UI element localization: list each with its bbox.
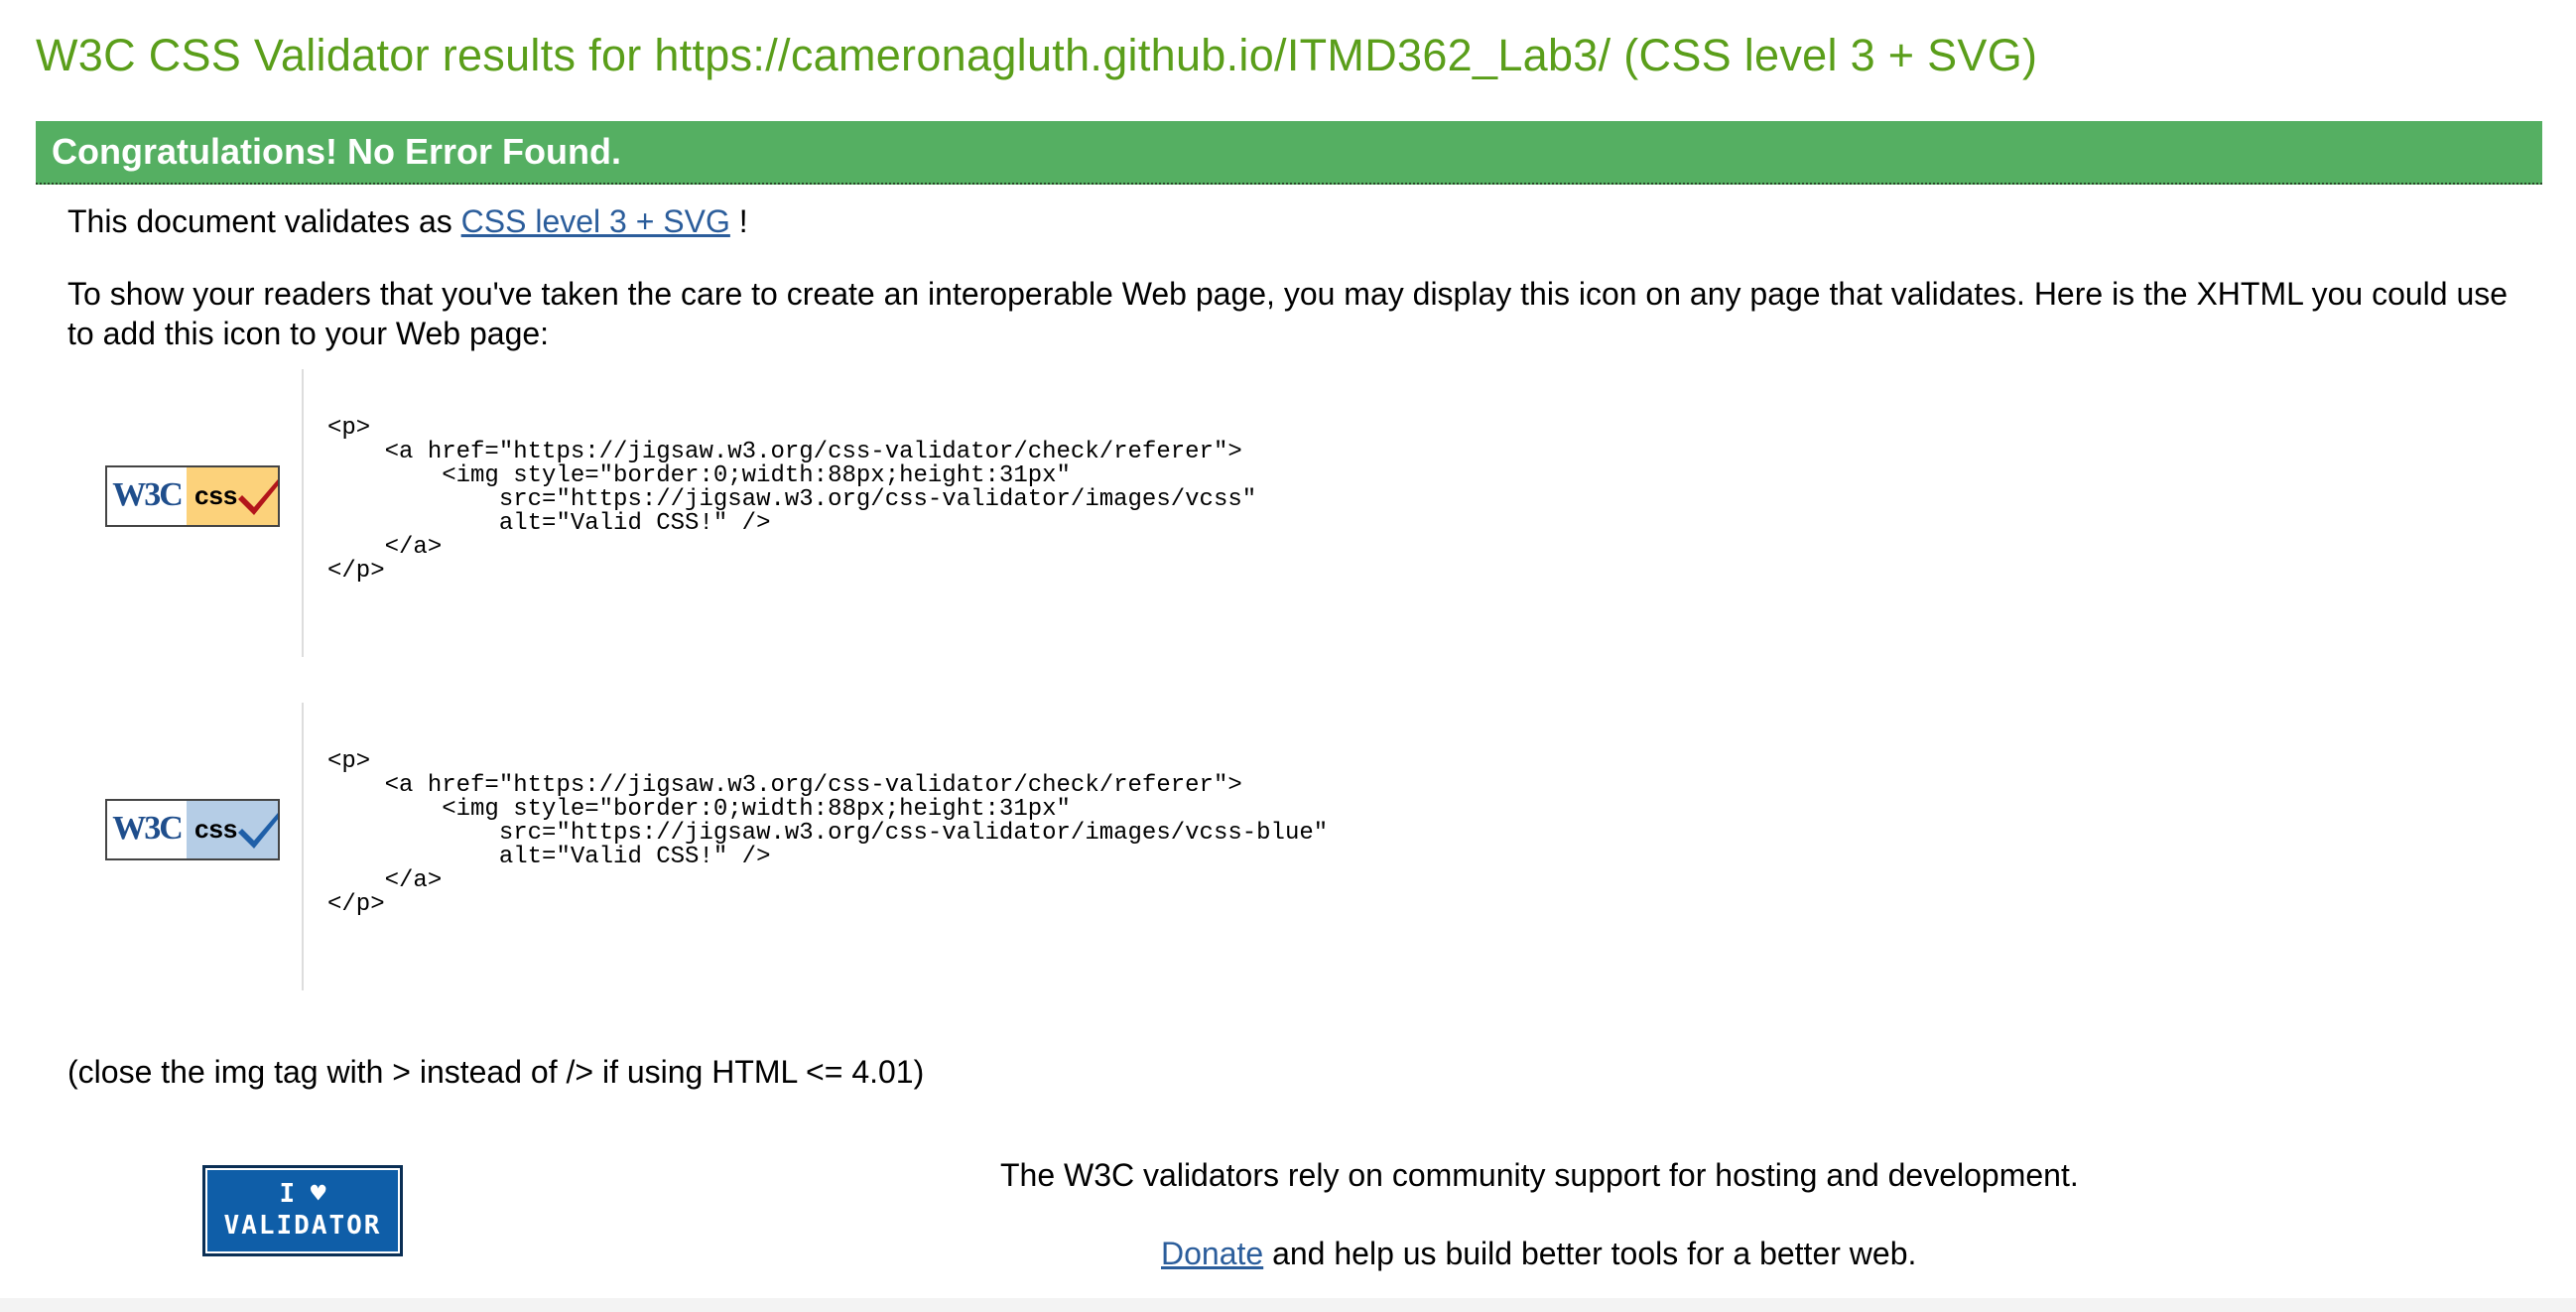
validator-results-page: W3C CSS Validator results for https://ca…	[0, 0, 2576, 1312]
code-snippet-blue: <p> <a href="https://jigsaw.w3.org/css-v…	[302, 703, 1328, 990]
readers-paragraph: To show your readers that you've taken t…	[67, 276, 2509, 351]
donate-suffix: and help us build better tools for a bet…	[1263, 1236, 1917, 1271]
code-text: <p> <a href="https://jigsaw.w3.org/css-v…	[327, 748, 1329, 918]
w3c-css-gold-badge-icon[interactable]: W3C css	[105, 465, 280, 527]
validates-sentence: This document validates as CSS level 3 +…	[67, 201, 748, 241]
support-text: The W3C validators rely on community sup…	[1000, 1157, 2079, 1193]
css-level-link[interactable]: CSS level 3 + SVG	[461, 203, 730, 239]
w3c-logo-text: W3C	[107, 801, 187, 858]
validates-prefix: This document validates as	[67, 203, 461, 239]
checkmark-icon	[238, 479, 278, 515]
success-banner: Congratulations! No Error Found.	[36, 121, 2542, 185]
w3c-css-blue-badge-icon[interactable]: W3C css	[105, 799, 280, 860]
success-message: Congratulations! No Error Found.	[52, 131, 621, 172]
css-badge-label: css	[194, 814, 238, 844]
validates-suffix: !	[729, 203, 748, 239]
w3c-logo-text: W3C	[107, 467, 187, 525]
i-love-line: I ♥	[279, 1179, 326, 1209]
badge-block-blue: W3C css <p> <a href="https://jigsaw.w3.o…	[67, 703, 2499, 990]
donate-link[interactable]: Donate	[1161, 1236, 1263, 1271]
css-badge-label: css	[194, 480, 238, 510]
badge-block-gold: W3C css <p> <a href="https://jigsaw.w3.o…	[67, 369, 2499, 657]
code-text: <p> <a href="https://jigsaw.w3.org/css-v…	[327, 415, 1257, 585]
i-love-validator-badge-icon[interactable]: I ♥ VALIDATOR	[202, 1165, 403, 1256]
validator-line: VALIDATOR	[223, 1211, 382, 1241]
page-bottom-edge	[0, 1298, 2576, 1312]
close-tag-note: (close the img tag with > instead of /> …	[67, 1054, 925, 1090]
checkmark-icon	[238, 813, 278, 849]
code-snippet-gold: <p> <a href="https://jigsaw.w3.org/css-v…	[302, 369, 1256, 657]
page-title: W3C CSS Validator results for https://ca…	[36, 30, 2038, 80]
donate-sentence: Donate and help us build better tools fo…	[1161, 1234, 1916, 1273]
css-badge-label-wrap: css	[187, 801, 278, 858]
css-badge-label-wrap: css	[187, 467, 278, 525]
